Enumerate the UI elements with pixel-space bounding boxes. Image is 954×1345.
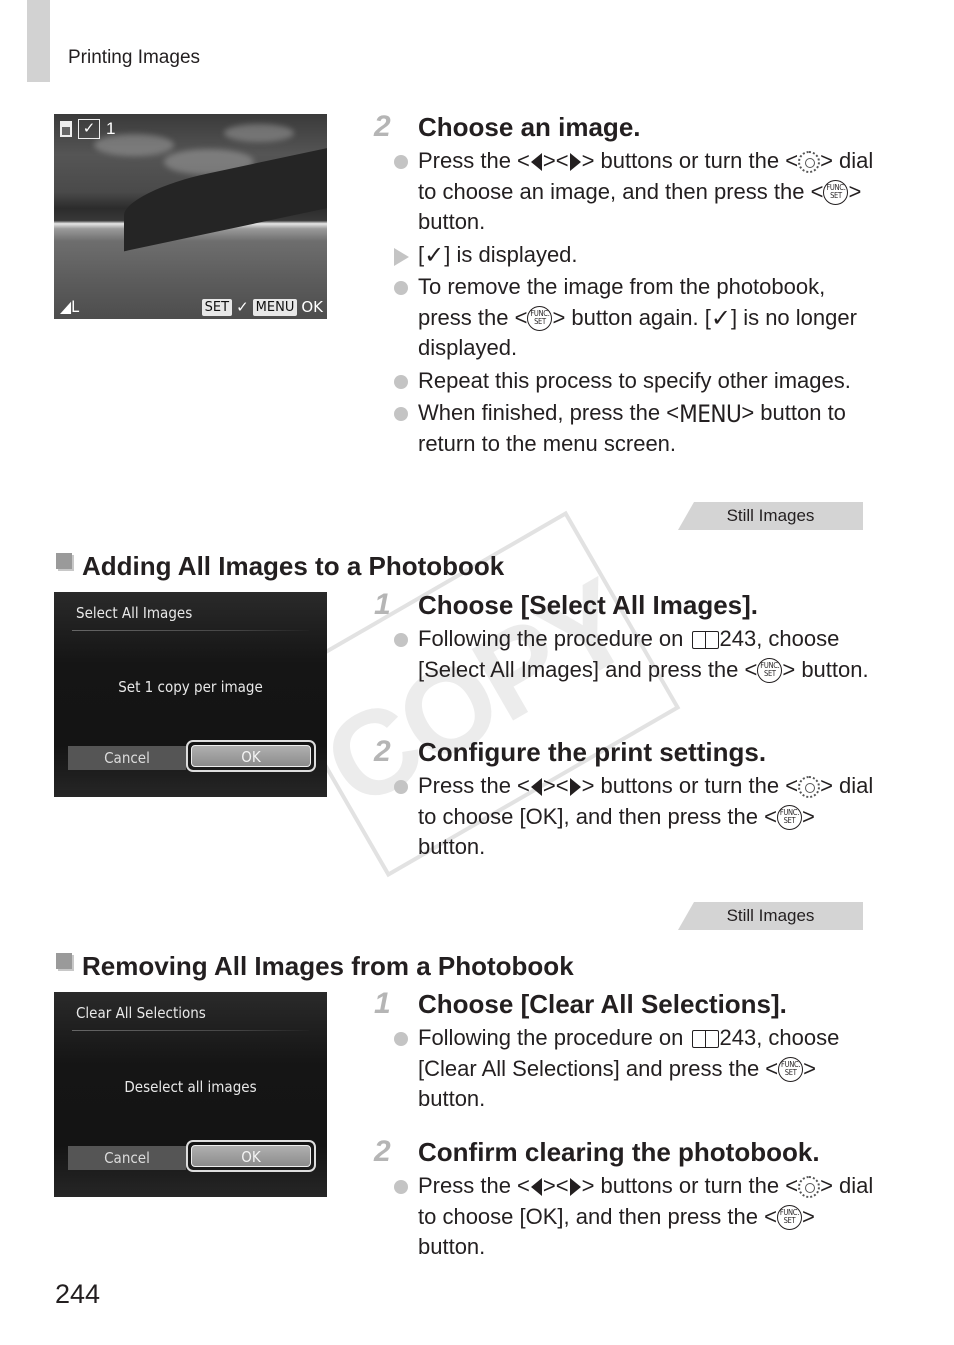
screen-title: Select All Images xyxy=(76,604,193,622)
right-arrow-icon xyxy=(569,153,581,172)
step-choose-image: 2 Choose an image. Press the < >< > button… xyxy=(374,110,874,460)
check-icon: ✓ xyxy=(78,119,100,139)
instruction-bullet: [✓] is displayed. xyxy=(374,240,874,271)
func-set-icon: FUNC. SET xyxy=(776,1205,802,1231)
control-dial-icon xyxy=(798,151,821,174)
instruction-bullet: To remove the image from the photobook, … xyxy=(374,272,874,364)
control-dial-icon xyxy=(798,1176,821,1199)
bullet-dot-icon xyxy=(394,155,408,169)
instruction-bullet: Following the procedure on 243, choose [… xyxy=(374,624,874,685)
osd-top-bar: ✓ 1 xyxy=(60,119,115,139)
section-marker-icon xyxy=(56,953,72,969)
func-set-icon: FUNC. SET xyxy=(778,1057,804,1083)
screen-divider xyxy=(72,1030,309,1031)
func-set-icon: FUNC. SET xyxy=(757,658,783,684)
playback-screen-image: ✓ 1 ◢L SET ✓ MENU OK xyxy=(54,114,327,319)
func-set-icon: FUNC. SET xyxy=(776,805,802,831)
menu-icon: MENU xyxy=(679,399,742,428)
image-size-label: L xyxy=(71,297,80,316)
ok-button-label: OK xyxy=(191,1145,311,1167)
bullet-dot-icon xyxy=(394,780,408,794)
step-title: Choose [Clear All Selections]. xyxy=(418,989,787,1019)
left-arrow-icon xyxy=(530,1178,542,1197)
bullet-dot-icon xyxy=(394,1032,408,1046)
running-head: Printing Images xyxy=(68,47,201,68)
instruction-bullet: Press the < >< > buttons or turn the < > di… xyxy=(374,146,874,238)
step-title: Choose [Select All Images]. xyxy=(418,590,759,620)
step-confirm-clearing: 2 Confirm clearing the photobook. Press … xyxy=(374,1135,874,1263)
image-size-indicator: ◢L xyxy=(60,297,80,316)
step-bullets: Following the procedure on 243, choose [… xyxy=(374,624,874,685)
book-icon xyxy=(691,1030,719,1049)
osd-guide: SET ✓ MENU OK xyxy=(201,298,323,316)
step-choose-clear-all: 1 Choose [Clear All Selections]. Followi… xyxy=(374,987,874,1115)
screen-message: Set 1 copy per image xyxy=(118,678,263,696)
instruction-bullet: When finished, press the <MENU> button t… xyxy=(374,398,874,460)
step-number: 2 xyxy=(374,110,391,143)
page-number: 244 xyxy=(55,1279,101,1309)
screen-divider xyxy=(72,630,309,631)
step-title: Confirm clearing the photobook. xyxy=(418,1137,820,1167)
section-title: Adding All Images to a Photobook xyxy=(82,551,505,581)
cancel-button: Cancel xyxy=(68,1146,186,1170)
cancel-button: Cancel xyxy=(68,746,186,770)
step-title: Configure the print settings. xyxy=(418,737,767,767)
bullet-dot-icon xyxy=(394,281,408,295)
screen-message: Deselect all images xyxy=(124,1078,257,1096)
step-number: 1 xyxy=(374,588,391,621)
bullet-dot-icon xyxy=(394,633,408,647)
check-icon: ✓ xyxy=(424,241,445,269)
photobook-icon xyxy=(60,121,72,137)
screen-title: Clear All Selections xyxy=(76,1004,206,1022)
bullet-dot-icon xyxy=(394,407,408,421)
section-heading-remove-all: Removing All Images from a Photobook xyxy=(56,951,574,981)
control-dial-icon xyxy=(798,776,821,799)
ok-button-selected: OK xyxy=(186,1140,316,1172)
step-number: 2 xyxy=(374,735,391,768)
osd-bottom-bar: ◢L SET ✓ MENU OK xyxy=(54,296,327,316)
chapter-side-tab xyxy=(27,0,50,82)
func-set-icon: FUNC. SET xyxy=(823,180,849,206)
step-bullets: Press the < >< > buttons or turn the < > di… xyxy=(374,771,874,863)
func-set-icon: FUNC. SET xyxy=(527,306,553,332)
instruction-bullet: Press the < >< > buttons or turn the < > di… xyxy=(374,771,874,863)
step-configure-print: 2 Configure the print settings. Press th… xyxy=(374,735,874,863)
step-choose-select-all: 1 Choose [Select All Images]. Following … xyxy=(374,588,874,685)
frame-count: 1 xyxy=(106,119,116,138)
still-images-tab: Still Images xyxy=(678,502,863,530)
still-images-tab: Still Images xyxy=(678,902,863,930)
select-all-images-screen: Select All Images Set 1 copy per image C… xyxy=(54,592,327,797)
right-arrow-icon xyxy=(569,1178,581,1197)
left-arrow-icon xyxy=(530,153,542,172)
section-marker-icon xyxy=(56,553,72,569)
check-icon: ✓ xyxy=(236,298,249,316)
clear-all-selections-screen: Clear All Selections Deselect all images… xyxy=(54,992,327,1197)
instruction-bullet: Press the < >< > buttons or turn the < > di… xyxy=(374,1171,874,1263)
left-arrow-icon xyxy=(530,778,542,797)
section-heading-add-all: Adding All Images to a Photobook xyxy=(56,551,504,581)
bullet-dot-icon xyxy=(394,1180,408,1194)
step-number: 1 xyxy=(374,987,391,1020)
check-icon: ✓ xyxy=(710,304,731,332)
step-bullets: Press the < >< > buttons or turn the < > di… xyxy=(374,1171,874,1263)
section-title: Removing All Images from a Photobook xyxy=(82,951,574,981)
step-number: 2 xyxy=(374,1135,391,1168)
step-bullets: Press the < >< > buttons or turn the < > di… xyxy=(374,146,874,460)
menu-key-label: MENU xyxy=(252,298,298,316)
ok-button-selected: OK xyxy=(186,740,316,772)
step-bullets: Following the procedure on 243, choose [… xyxy=(374,1023,874,1115)
book-icon xyxy=(691,631,719,650)
right-arrow-icon xyxy=(569,778,581,797)
set-key-label: SET xyxy=(201,298,233,316)
instruction-bullet: Repeat this process to specify other ima… xyxy=(374,366,874,397)
ok-label: OK xyxy=(301,298,323,316)
step-title: Choose an image. xyxy=(418,112,641,142)
ok-button-label: OK xyxy=(191,745,311,767)
result-arrow-icon xyxy=(394,247,409,266)
bullet-dot-icon xyxy=(394,374,408,389)
instruction-bullet: Following the procedure on 243, choose [… xyxy=(374,1023,874,1115)
